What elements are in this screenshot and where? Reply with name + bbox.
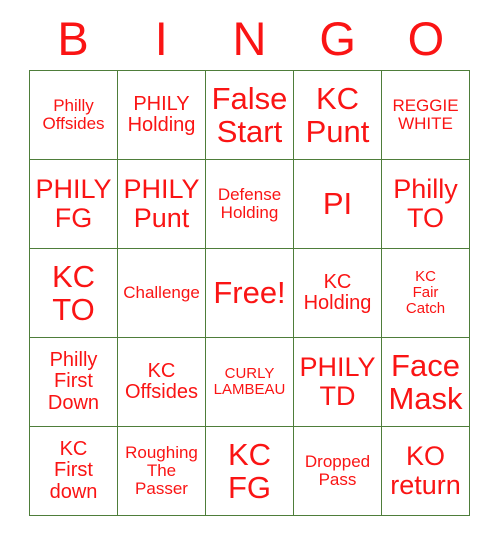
- bingo-cell-r5c1[interactable]: KC First down: [30, 427, 118, 516]
- bingo-cell-label: PHILY Holding: [127, 92, 196, 136]
- bingo-cell-r2c2[interactable]: PHILY Punt: [118, 160, 206, 249]
- bingo-cell-r3c5[interactable]: KC Fair Catch: [382, 249, 470, 338]
- header-letter-i: I: [154, 11, 168, 65]
- bingo-cell-label: KC TO: [51, 258, 96, 327]
- bingo-cell-r4c3[interactable]: CURLY LAMBEAU: [206, 338, 294, 427]
- bingo-cell-label: Defense Holding: [217, 184, 282, 222]
- bingo-cell-label: KO return: [390, 441, 461, 500]
- bingo-cell-label: KC FG: [227, 436, 272, 505]
- bingo-cell-label: PI: [322, 186, 353, 222]
- bingo-cell-r1c1[interactable]: Philly Offsides: [30, 71, 118, 160]
- bingo-cell-r2c5[interactable]: Philly TO: [382, 160, 470, 249]
- bingo-cell-r4c2[interactable]: KC Offsides: [118, 338, 206, 427]
- bingo-cell-label: Dropped Pass: [304, 451, 371, 489]
- bingo-cell-r2c3[interactable]: Defense Holding: [206, 160, 294, 249]
- bingo-cell-label: False Start: [211, 80, 288, 149]
- bingo-cell-label: KC First down: [49, 437, 98, 503]
- header-letter-o: O: [407, 11, 445, 65]
- header-letter-n: N: [232, 11, 267, 65]
- bingo-cell-label: Face Mask: [388, 347, 463, 416]
- bingo-cell-r1c3[interactable]: False Start: [206, 71, 294, 160]
- bingo-cell-r5c5[interactable]: KO return: [382, 427, 470, 516]
- bingo-cell-label: Philly First Down: [47, 348, 100, 414]
- bingo-cell-label: KC Punt: [305, 80, 370, 149]
- bingo-cell-r5c2[interactable]: Roughing The Passer: [118, 427, 206, 516]
- bingo-cell-label: PHILY Punt: [123, 174, 200, 233]
- bingo-cell-label: Free!: [213, 275, 286, 311]
- bingo-cell-label: Roughing The Passer: [125, 442, 198, 499]
- bingo-header-row: B I N G O: [29, 6, 470, 70]
- bingo-cell-label: KC Holding: [303, 270, 372, 314]
- bingo-grid: Philly Offsides PHILY Holding False Start K…: [29, 70, 470, 516]
- bingo-cell-label: KC Offsides: [125, 359, 198, 403]
- bingo-cell-r1c4[interactable]: KC Punt: [294, 71, 382, 160]
- bingo-cell-r5c4[interactable]: Dropped Pass: [294, 427, 382, 516]
- bingo-cell-r4c4[interactable]: PHILY TD: [294, 338, 382, 427]
- bingo-cell-r4c1[interactable]: Philly First Down: [30, 338, 118, 427]
- bingo-cell-label: CURLY LAMBEAU: [213, 364, 286, 398]
- bingo-cell-r2c1[interactable]: PHILY FG: [30, 160, 118, 249]
- header-letter-b: B: [57, 11, 89, 65]
- bingo-cell-label: REGGIE WHITE: [392, 95, 459, 133]
- bingo-card: B I N G O Philly Offsides PHILY Holding Fa…: [0, 0, 500, 544]
- bingo-cell-r1c2[interactable]: PHILY Holding: [118, 71, 206, 160]
- bingo-cell-r1c5[interactable]: REGGIE WHITE: [382, 71, 470, 160]
- bingo-cell-label: PHILY FG: [35, 174, 112, 233]
- bingo-cell-label: Challenge: [123, 282, 200, 302]
- bingo-cell-label: Philly TO: [393, 174, 458, 233]
- bingo-cell-label: Philly Offsides: [42, 95, 105, 133]
- bingo-cell-label: PHILY TD: [299, 352, 376, 411]
- bingo-cell-r3c2[interactable]: Challenge: [118, 249, 206, 338]
- bingo-cell-label: KC Fair Catch: [405, 267, 446, 318]
- bingo-cell-r3c1[interactable]: KC TO: [30, 249, 118, 338]
- bingo-cell-r3c4[interactable]: KC Holding: [294, 249, 382, 338]
- bingo-cell-r5c3[interactable]: KC FG: [206, 427, 294, 516]
- bingo-cell-r4c5[interactable]: Face Mask: [382, 338, 470, 427]
- header-letter-g: G: [319, 11, 356, 65]
- bingo-cell-r3c3[interactable]: Free!: [206, 249, 294, 338]
- bingo-cell-r2c4[interactable]: PI: [294, 160, 382, 249]
